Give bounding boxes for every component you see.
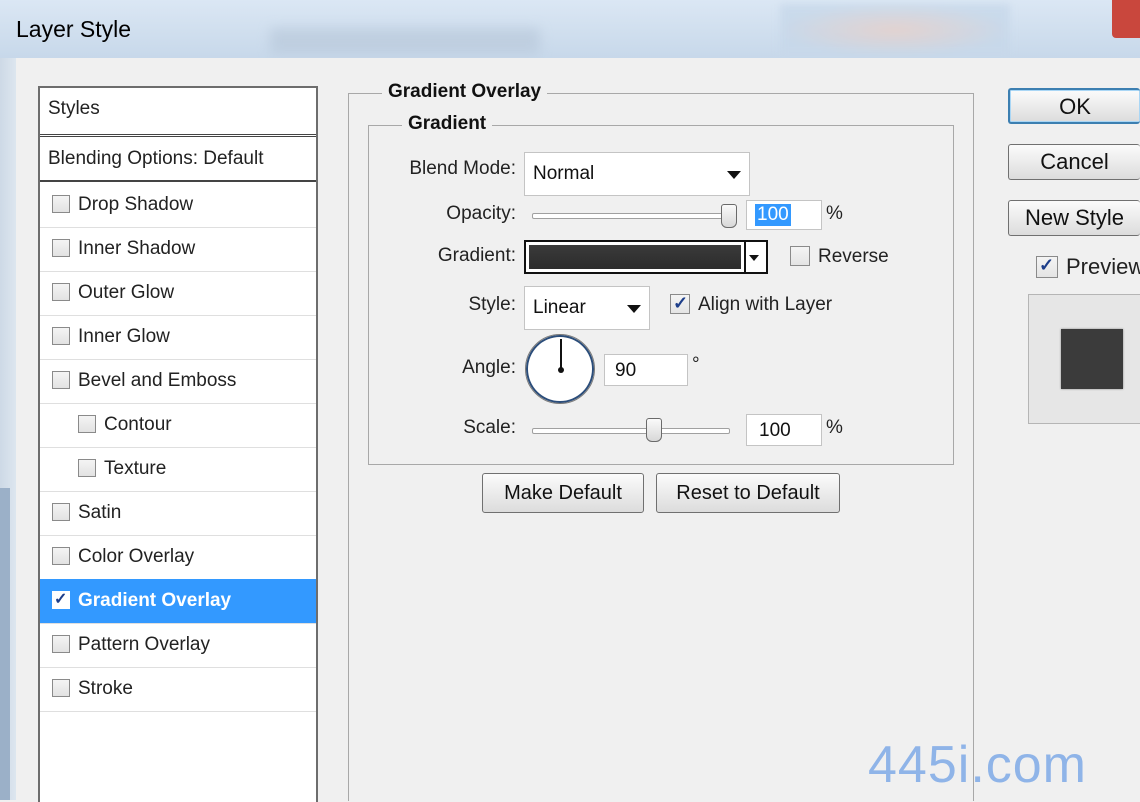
scale-label: Scale: (463, 417, 516, 438)
reverse-label: Reverse (818, 246, 889, 267)
slider-thumb-icon[interactable] (646, 418, 662, 442)
style-item-label: Stroke (78, 678, 133, 699)
style-item-bevel-and-emboss[interactable]: Bevel and Emboss (40, 359, 316, 404)
dropdown-arrow-icon (749, 255, 759, 261)
style-item-pattern-overlay[interactable]: Pattern Overlay (40, 623, 316, 668)
style-item-label: Bevel and Emboss (78, 370, 237, 391)
checkbox[interactable] (52, 283, 70, 301)
checkbox[interactable] (52, 635, 70, 653)
title-bar: Layer Style (0, 0, 1140, 58)
angle-value: 90 (615, 360, 637, 381)
angle-dial-icon[interactable] (525, 334, 595, 404)
align-with-layer-label: Align with Layer (698, 294, 833, 315)
checkbox-check-icon: ✓ (1039, 255, 1055, 275)
window-close-icon[interactable] (1112, 0, 1140, 38)
checkbox[interactable] (52, 195, 70, 213)
style-item-label: Pattern Overlay (78, 634, 210, 655)
angle-label: Angle: (462, 357, 516, 378)
scale-slider[interactable] (532, 428, 730, 434)
background-blur (270, 28, 540, 54)
checkbox-check-icon: ✓ (54, 591, 68, 608)
preview-swatch (1061, 329, 1123, 389)
style-item-label: Color Overlay (78, 546, 195, 567)
style-item-label: Gradient Overlay (78, 590, 232, 611)
blend-mode-select[interactable]: Normal (524, 152, 750, 196)
opacity-label: Opacity: (446, 203, 516, 224)
style-item-inner-shadow[interactable]: Inner Shadow (40, 227, 316, 272)
style-label: Style: (468, 294, 516, 315)
style-item-inner-glow[interactable]: Inner Glow (40, 315, 316, 360)
style-item-label: Texture (104, 458, 167, 479)
gradient-swatch (529, 245, 741, 269)
style-item-gradient-overlay[interactable]: ✓ Gradient Overlay (40, 579, 316, 624)
blending-options-label: Blending Options: Default (48, 148, 264, 169)
style-item-texture[interactable]: Texture (40, 447, 316, 492)
checkbox[interactable] (52, 547, 70, 565)
style-select[interactable]: Linear (524, 286, 650, 330)
gradient-overlay-title: Gradient Overlay (382, 81, 548, 103)
angle-input[interactable]: 90 (604, 354, 688, 386)
checkbox[interactable] (52, 327, 70, 345)
scale-unit: % (826, 417, 843, 438)
opacity-unit: % (826, 203, 843, 224)
style-item-label: Inner Shadow (78, 238, 196, 259)
scale-value: 100 (759, 420, 791, 441)
window-title: Layer Style (16, 16, 132, 42)
preview-checkbox[interactable]: ✓ (1036, 255, 1058, 278)
angle-unit: ° (692, 354, 700, 375)
dropdown-arrow-icon (727, 171, 741, 179)
angle-dial-center (558, 367, 564, 373)
gradient-label: Gradient: (437, 245, 516, 266)
style-item-label: Outer Glow (78, 282, 175, 303)
reverse-checkbox[interactable] (790, 246, 810, 266)
reset-to-default-button[interactable]: Reset to Default (656, 473, 840, 513)
blend-mode-value: Normal (533, 163, 595, 184)
style-item-color-overlay[interactable]: Color Overlay (40, 535, 316, 580)
style-item-drop-shadow[interactable]: Drop Shadow (40, 183, 316, 228)
style-item-label: Contour (104, 414, 172, 435)
watermark: 445i.com (868, 736, 1087, 794)
style-item-label: Inner Glow (78, 326, 170, 347)
style-item-label: Satin (78, 502, 122, 523)
checkbox[interactable] (78, 415, 96, 433)
slider-thumb-icon[interactable] (721, 204, 737, 228)
style-item-stroke[interactable]: Stroke (40, 667, 316, 712)
blending-options-item[interactable]: Blending Options: Default (40, 138, 316, 182)
gradient-picker[interactable] (524, 240, 746, 274)
style-item-label: Drop Shadow (78, 194, 194, 215)
ok-button[interactable]: OK (1008, 88, 1140, 124)
gradient-group-title: Gradient (402, 113, 493, 135)
checkbox[interactable]: ✓ (52, 591, 70, 609)
opacity-input[interactable]: 100 (746, 200, 822, 230)
checkbox[interactable] (52, 371, 70, 389)
background-blur (780, 4, 1010, 56)
new-style-button[interactable]: New Style (1008, 200, 1140, 236)
checkbox[interactable] (52, 503, 70, 521)
checkbox-check-icon: ✓ (673, 293, 689, 313)
style-item-outer-glow[interactable]: Outer Glow (40, 271, 316, 316)
checkbox[interactable] (52, 239, 70, 257)
make-default-button[interactable]: Make Default (482, 473, 644, 513)
style-value: Linear (533, 297, 586, 318)
styles-header[interactable]: Styles (40, 88, 316, 137)
blend-mode-label: Blend Mode: (409, 158, 516, 179)
style-preview (1028, 294, 1140, 424)
checkbox[interactable] (52, 679, 70, 697)
preview-label: Preview (1066, 254, 1140, 279)
frame-stripe (0, 488, 10, 800)
dropdown-arrow-icon (627, 305, 641, 313)
style-item-contour[interactable]: Contour (40, 403, 316, 448)
angle-dial-needle (560, 339, 562, 370)
style-item-satin[interactable]: Satin (40, 491, 316, 536)
cancel-button[interactable]: Cancel (1008, 144, 1140, 180)
styles-list: Styles Blending Options: Default Drop Sh… (38, 86, 318, 802)
opacity-value: 100 (755, 204, 791, 226)
gradient-dropdown-button[interactable] (746, 240, 768, 274)
styles-header-label: Styles (48, 98, 100, 119)
opacity-slider[interactable] (532, 213, 734, 219)
scale-input[interactable]: 100 (746, 414, 822, 446)
align-with-layer-checkbox[interactable]: ✓ (670, 293, 690, 314)
checkbox[interactable] (78, 459, 96, 477)
window-frame (0, 58, 16, 800)
